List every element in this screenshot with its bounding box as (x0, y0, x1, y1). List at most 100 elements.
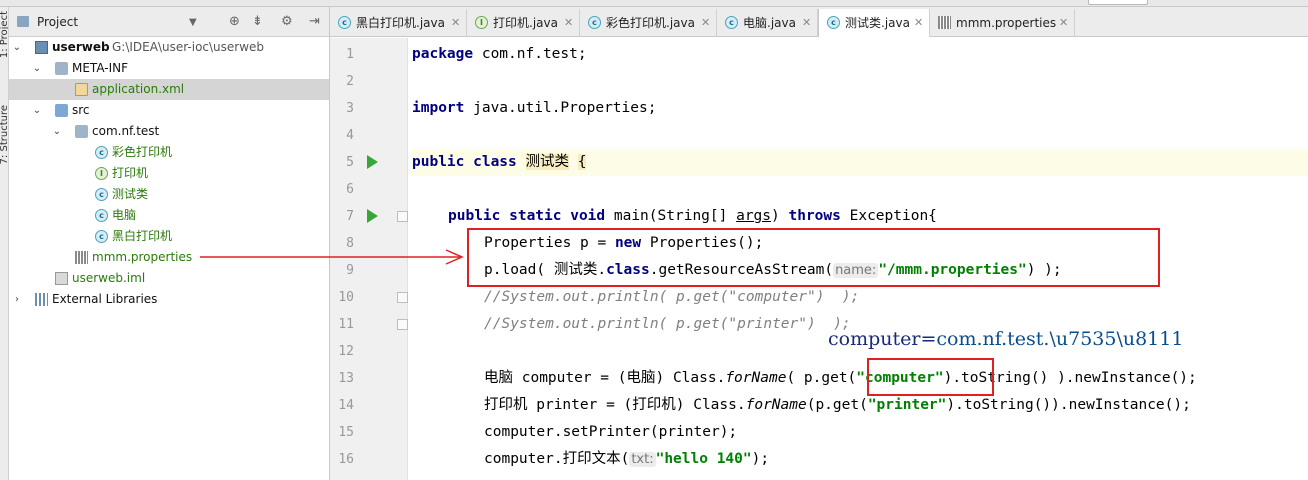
properties-annotation: computer=com.nf.test.\u7535\u8111 (828, 328, 1184, 350)
line-number: 12 (338, 344, 354, 359)
code-line-13: 电脑 computer = (电脑) Class.forName( p.get(… (484, 370, 1197, 386)
tab-label: 打印机.java (493, 16, 558, 30)
run-main-icon[interactable] (367, 209, 378, 223)
tab-mmm-properties[interactable]: mmm.properties ✕ (930, 9, 1075, 37)
annotation-box-load (467, 228, 1160, 287)
class-icon: c (95, 146, 108, 159)
tab-ceshilei[interactable]: c 测试类.java ✕ (818, 9, 930, 37)
tree-item-label: 测试类 (112, 187, 149, 201)
tab-dayinji[interactable]: I 打印机.java ✕ (467, 9, 580, 37)
tree-item-application-xml[interactable]: application.xml (9, 79, 329, 100)
line-number: 2 (346, 74, 354, 89)
editor-tab-bar: c 黑白打印机.java ✕ I 打印机.java ✕ c 彩色打印机.java… (330, 7, 1308, 37)
chevron-down-icon[interactable]: ⌄ (31, 100, 43, 121)
line-number: 14 (338, 398, 354, 413)
close-icon[interactable]: ✕ (1059, 9, 1068, 37)
tree-item-class[interactable]: c 电脑 (9, 205, 329, 226)
tree-item-label: 电脑 (112, 208, 137, 222)
tree-item-label: userweb.iml (72, 271, 146, 285)
line-number: 4 (346, 128, 354, 143)
project-panel-title[interactable]: Project (37, 15, 78, 29)
tree-item-properties[interactable]: mmm.properties (9, 247, 329, 268)
run-class-icon[interactable] (367, 155, 378, 169)
chevron-right-icon[interactable]: › (11, 289, 23, 310)
project-view-icon (17, 16, 29, 27)
tool-window-project[interactable]: 1: Project (0, 11, 8, 58)
code-line-7: public static void main(String[] args) t… (448, 208, 937, 224)
class-icon: c (95, 209, 108, 222)
chevron-down-icon[interactable]: ⌄ (11, 37, 23, 58)
tab-label: 彩色打印机.java (606, 16, 695, 30)
project-panel: Project ▼ ⊕ ⇟ ⚙ ⇥ ⌄ userweb G:\IDEA\user… (9, 7, 330, 480)
code-line-15: computer.setPrinter(printer); (484, 424, 738, 440)
fold-icon[interactable] (397, 319, 408, 330)
tab-label: 测试类.java (845, 16, 910, 30)
line-number: 10 (338, 290, 354, 305)
tree-item-class[interactable]: c 黑白打印机 (9, 226, 329, 247)
code-line-11: //System.out.println( p.get("printer") )… (484, 316, 851, 332)
interface-icon: I (475, 16, 488, 29)
interface-icon: I (95, 167, 108, 180)
tab-diannao[interactable]: c 电脑.java ✕ (717, 9, 818, 37)
properties-file-icon (938, 16, 951, 29)
code-line-10: //System.out.println( p.get("computer") … (484, 289, 860, 305)
close-icon[interactable]: ✕ (701, 9, 710, 37)
close-icon[interactable]: ✕ (914, 9, 923, 37)
tab-label: 黑白打印机.java (356, 16, 445, 30)
tree-item-userweb[interactable]: ⌄ userweb G:\IDEA\user-ioc\userweb (9, 37, 329, 58)
run-configuration-select[interactable] (1088, 0, 1148, 5)
tree-item-label: com.nf.test (92, 124, 160, 138)
gear-icon[interactable]: ⚙ (281, 14, 293, 29)
chevron-down-icon[interactable]: ⌄ (51, 121, 63, 142)
close-icon[interactable]: ✕ (451, 9, 460, 37)
line-number: 16 (338, 452, 354, 467)
tool-window-structure[interactable]: 7: Structure (0, 105, 8, 164)
line-number: 15 (338, 425, 354, 440)
tree-item-src[interactable]: ⌄ src (9, 100, 329, 121)
collapse-all-icon[interactable]: ⇟ (252, 14, 263, 29)
line-number: 8 (346, 236, 354, 251)
tree-item-label: 打印机 (112, 166, 149, 180)
tree-item-label: mmm.properties (92, 250, 193, 264)
properties-file-icon (75, 251, 88, 264)
tree-item-external-libraries[interactable]: › External Libraries (9, 289, 329, 310)
tree-item-meta-inf[interactable]: ⌄ META-INF (9, 58, 329, 79)
tree-item-class[interactable]: c 彩色打印机 (9, 142, 329, 163)
line-number: 11 (338, 317, 354, 332)
source-folder-icon (55, 104, 68, 117)
line-number: 1 (346, 47, 354, 62)
code-line-1: package com.nf.test; (412, 46, 587, 62)
code-line-14: 打印机 printer = (打印机) Class.forName(p.get(… (484, 397, 1191, 413)
fold-icon[interactable] (397, 211, 408, 222)
line-number: 5 (346, 155, 354, 170)
tree-item-label: src (72, 103, 90, 117)
parameter-hint: txt: (629, 452, 656, 467)
tab-caise[interactable]: c 彩色打印机.java ✕ (580, 9, 717, 37)
close-icon[interactable]: ✕ (564, 9, 573, 37)
close-icon[interactable]: ✕ (802, 9, 811, 37)
class-icon: c (827, 16, 840, 29)
tab-label: mmm.properties (956, 16, 1057, 30)
tool-window-strip: 1: Project 7: Structure (0, 7, 9, 480)
tree-item-path: G:\IDEA\user-ioc\userweb (112, 40, 265, 54)
chevron-down-icon[interactable]: ⌄ (31, 58, 43, 79)
locate-icon[interactable]: ⊕ (229, 14, 240, 29)
chevron-down-icon[interactable]: ▼ (189, 17, 197, 28)
tree-item-label: userweb (52, 40, 110, 54)
tab-label: 电脑.java (743, 16, 796, 30)
tree-item-interface[interactable]: I 打印机 (9, 163, 329, 184)
tree-item-package[interactable]: ⌄ com.nf.test (9, 121, 329, 142)
folder-icon (55, 62, 68, 75)
libraries-icon (35, 293, 48, 306)
tab-heibai[interactable]: c 黑白打印机.java ✕ (330, 9, 467, 37)
hide-icon[interactable]: ⇥ (309, 14, 320, 29)
tree-item-class-main[interactable]: c 测试类 (9, 184, 329, 205)
tree-item-label: META-INF (72, 61, 129, 75)
class-icon: c (338, 16, 351, 29)
line-number: 13 (338, 371, 354, 386)
fold-icon[interactable] (397, 292, 408, 303)
line-number: 9 (346, 263, 354, 278)
tree-item-label: 彩色打印机 (112, 145, 173, 159)
tree-item-iml[interactable]: userweb.iml (9, 268, 329, 289)
editor-gutter: 1 2 3 4 5 6 7 8 9 10 11 12 13 14 15 16 (330, 38, 408, 480)
